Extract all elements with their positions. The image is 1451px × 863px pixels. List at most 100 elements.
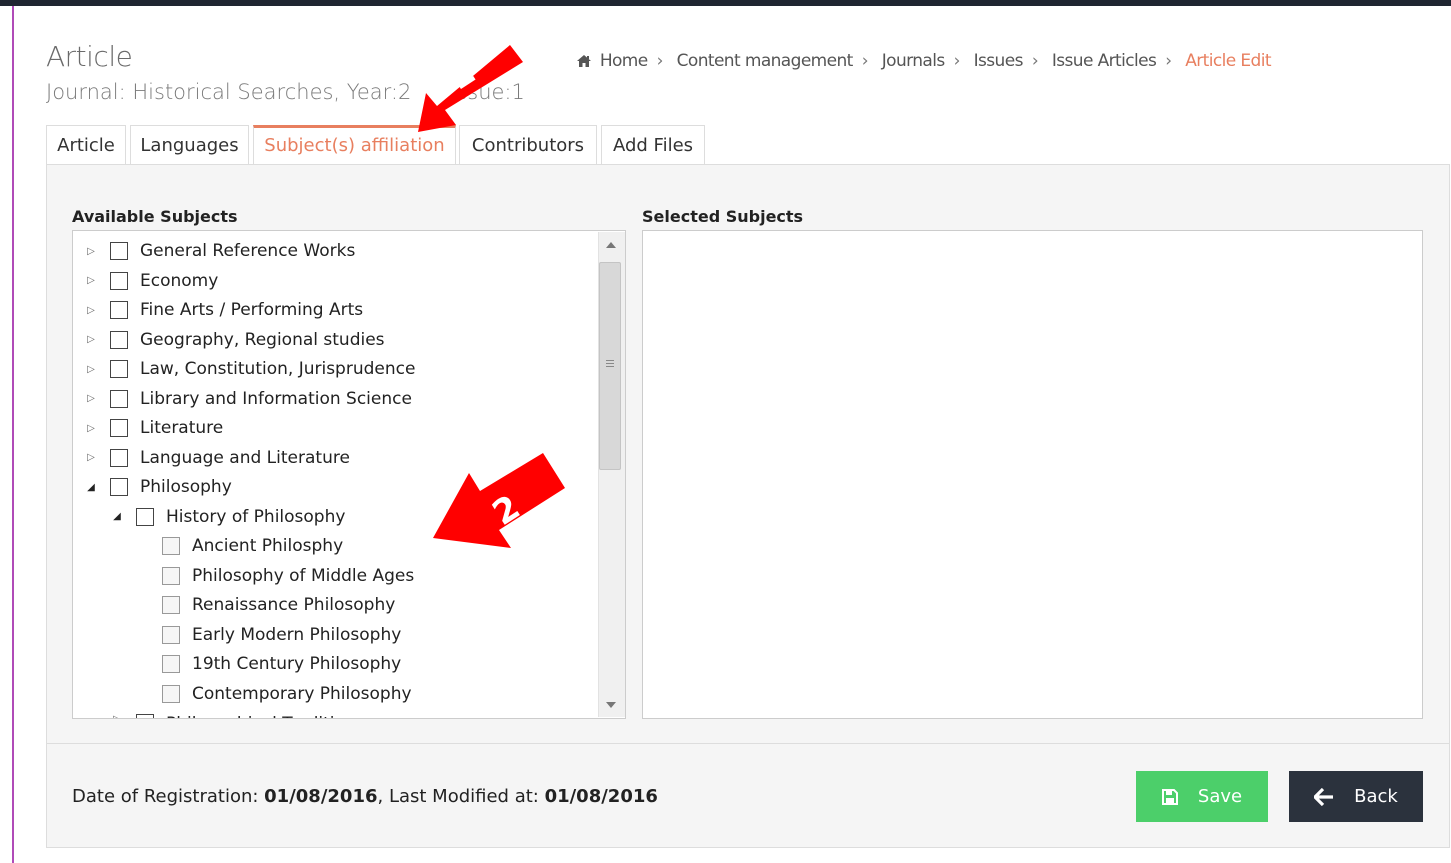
subject-label: 19th Century Philosophy bbox=[192, 654, 402, 674]
floppy-disk-icon bbox=[1161, 788, 1178, 805]
breadcrumb-issues[interactable]: Issues bbox=[974, 51, 1024, 71]
subject-checkbox[interactable] bbox=[162, 596, 180, 614]
modified-label: , Last Modified at: bbox=[377, 786, 545, 807]
registration-label: Date of Registration: bbox=[72, 786, 265, 807]
subject-tree-item[interactable]: ▷ Law, Constitution, Jurisprudence bbox=[84, 356, 415, 382]
subject-label: Economy bbox=[140, 270, 219, 291]
subject-tree-item[interactable]: ▷ Geography, Regional studies bbox=[84, 327, 385, 353]
breadcrumb-separator: › bbox=[1031, 51, 1039, 71]
subject-label: History of Philosophy bbox=[166, 506, 346, 527]
subject-label: Philosophy bbox=[140, 477, 232, 497]
subject-tree-item[interactable]: ▷ Fine Arts / Performing Arts bbox=[84, 297, 363, 323]
subject-checkbox[interactable] bbox=[110, 448, 128, 467]
scroll-up-icon[interactable] bbox=[606, 242, 616, 248]
expand-toggle-icon[interactable]: ▷ bbox=[84, 305, 98, 316]
subject-label: Philosophy of Middle Ages bbox=[192, 565, 415, 586]
subject-label: Ancient Philosphy bbox=[192, 536, 344, 556]
subject-checkbox[interactable] bbox=[110, 330, 128, 349]
subject-label: Literature bbox=[140, 418, 224, 438]
expand-toggle-icon[interactable]: ▷ bbox=[84, 423, 98, 434]
subject-tree-item[interactable]: Philosophy of Middle Ages bbox=[136, 563, 414, 589]
subject-label: Library and Information Science bbox=[140, 388, 412, 409]
breadcrumb-separator: › bbox=[656, 51, 664, 71]
registration-info: Date of Registration: 01/08/2016, Last M… bbox=[72, 786, 658, 807]
subject-checkbox[interactable] bbox=[136, 507, 154, 526]
subject-checkbox[interactable] bbox=[110, 389, 128, 408]
tab-languages[interactable]: Languages bbox=[130, 125, 249, 164]
subject-tree-item[interactable]: ▷ Philosophical Traditions bbox=[110, 710, 365, 718]
home-icon[interactable] bbox=[576, 53, 592, 73]
subject-tree-item[interactable]: ▷ General Reference Works bbox=[84, 238, 355, 264]
expand-toggle-icon[interactable]: ▷ bbox=[84, 246, 98, 257]
subject-checkbox[interactable] bbox=[162, 655, 180, 673]
subject-label: Fine Arts / Performing Arts bbox=[140, 300, 364, 320]
subject-checkbox[interactable] bbox=[110, 360, 128, 378]
tab-add-files[interactable]: Add Files bbox=[601, 125, 705, 164]
subject-checkbox[interactable] bbox=[162, 625, 180, 644]
subject-tree-item[interactable]: 19th Century Philosophy bbox=[136, 651, 401, 677]
selected-subjects-heading: Selected Subjects bbox=[642, 207, 804, 226]
subject-tree-item[interactable]: Early Modern Philosophy bbox=[136, 622, 401, 648]
breadcrumb-current: Article Edit bbox=[1185, 51, 1271, 71]
subject-checkbox[interactable] bbox=[162, 537, 180, 555]
subject-checkbox[interactable] bbox=[110, 242, 128, 260]
subject-tree-item[interactable]: Ancient Philosphy bbox=[136, 533, 343, 559]
breadcrumb-issue-articles[interactable]: Issue Articles bbox=[1052, 51, 1157, 71]
available-subjects-heading: Available Subjects bbox=[72, 207, 238, 226]
subject-tree-item[interactable]: ▷ Economy bbox=[84, 268, 218, 294]
subject-label: Early Modern Philosophy bbox=[192, 624, 402, 645]
breadcrumb-content-management[interactable]: Content management bbox=[677, 51, 854, 71]
subject-label: Language and Literature bbox=[140, 447, 350, 468]
top-bar bbox=[0, 0, 1451, 6]
subject-label: Renaissance Philosophy bbox=[192, 595, 396, 615]
subject-tree-item[interactable]: Contemporary Philosophy bbox=[136, 681, 412, 707]
subject-label: Geography, Regional studies bbox=[140, 329, 385, 350]
back-button[interactable]: Back bbox=[1289, 771, 1423, 822]
subject-tree-item[interactable]: ▷ Literature bbox=[84, 415, 223, 441]
breadcrumb-separator: › bbox=[1165, 51, 1172, 71]
subject-tree-item[interactable]: ◢ History of Philosophy bbox=[110, 504, 345, 530]
modified-date: 01/08/2016 bbox=[544, 786, 658, 807]
subject-tree-item[interactable]: ▷ Library and Information Science bbox=[84, 386, 412, 412]
selected-subjects-list[interactable] bbox=[642, 230, 1423, 719]
subject-checkbox[interactable] bbox=[110, 301, 128, 319]
breadcrumb-separator: › bbox=[953, 51, 961, 71]
breadcrumb-home[interactable]: Home bbox=[600, 51, 648, 71]
save-button[interactable]: Save bbox=[1136, 771, 1268, 822]
expand-toggle-icon[interactable]: ▷ bbox=[84, 275, 98, 286]
subject-label: Contemporary Philosophy bbox=[192, 683, 412, 704]
subtitle-text: Journal: Historical Searches, Year:2 bbox=[46, 80, 412, 104]
subject-tree-item[interactable]: ◢ Philosophy bbox=[84, 474, 232, 500]
arrow-left-icon bbox=[1314, 787, 1334, 806]
left-border-line bbox=[12, 6, 14, 863]
subject-checkbox[interactable] bbox=[136, 714, 154, 718]
expand-toggle-icon[interactable]: ▷ bbox=[110, 714, 124, 718]
subject-checkbox[interactable] bbox=[110, 478, 128, 496]
scroll-down-icon[interactable] bbox=[606, 702, 616, 708]
expand-toggle-icon[interactable]: ▷ bbox=[84, 364, 98, 375]
subject-label: General Reference Works bbox=[140, 241, 356, 261]
subject-checkbox[interactable] bbox=[110, 419, 128, 437]
annotation-arrow-2: 2 bbox=[433, 453, 565, 548]
subject-tree-item[interactable]: Renaissance Philosophy bbox=[136, 592, 395, 618]
subject-label: Philosophical Traditions bbox=[166, 714, 365, 718]
back-label: Back bbox=[1354, 786, 1398, 807]
subject-label: Law, Constitution, Jurisprudence bbox=[140, 359, 416, 379]
subject-tree-item[interactable]: ▷ Language and Literature bbox=[84, 445, 350, 471]
subject-checkbox[interactable] bbox=[162, 566, 180, 585]
scrollbar-grip-icon bbox=[606, 360, 614, 369]
subject-checkbox[interactable] bbox=[162, 684, 180, 703]
subject-checkbox[interactable] bbox=[110, 271, 128, 290]
expand-toggle-icon[interactable]: ▷ bbox=[84, 393, 98, 404]
save-label: Save bbox=[1197, 786, 1243, 807]
annotation-arrow-1: 1 bbox=[418, 45, 523, 132]
breadcrumb-journals[interactable]: Journals bbox=[882, 51, 945, 71]
tab-article[interactable]: Article bbox=[46, 125, 126, 164]
expand-toggle-icon[interactable]: ▷ bbox=[84, 334, 98, 345]
collapse-toggle-icon[interactable]: ◢ bbox=[110, 511, 124, 522]
collapse-toggle-icon[interactable]: ◢ bbox=[84, 482, 98, 493]
expand-toggle-icon[interactable]: ▷ bbox=[84, 452, 98, 463]
breadcrumb-separator: › bbox=[861, 51, 869, 71]
breadcrumb: Home › Content management › Journals › Issu… bbox=[576, 51, 1272, 73]
registration-date: 01/08/2016 bbox=[264, 786, 378, 807]
